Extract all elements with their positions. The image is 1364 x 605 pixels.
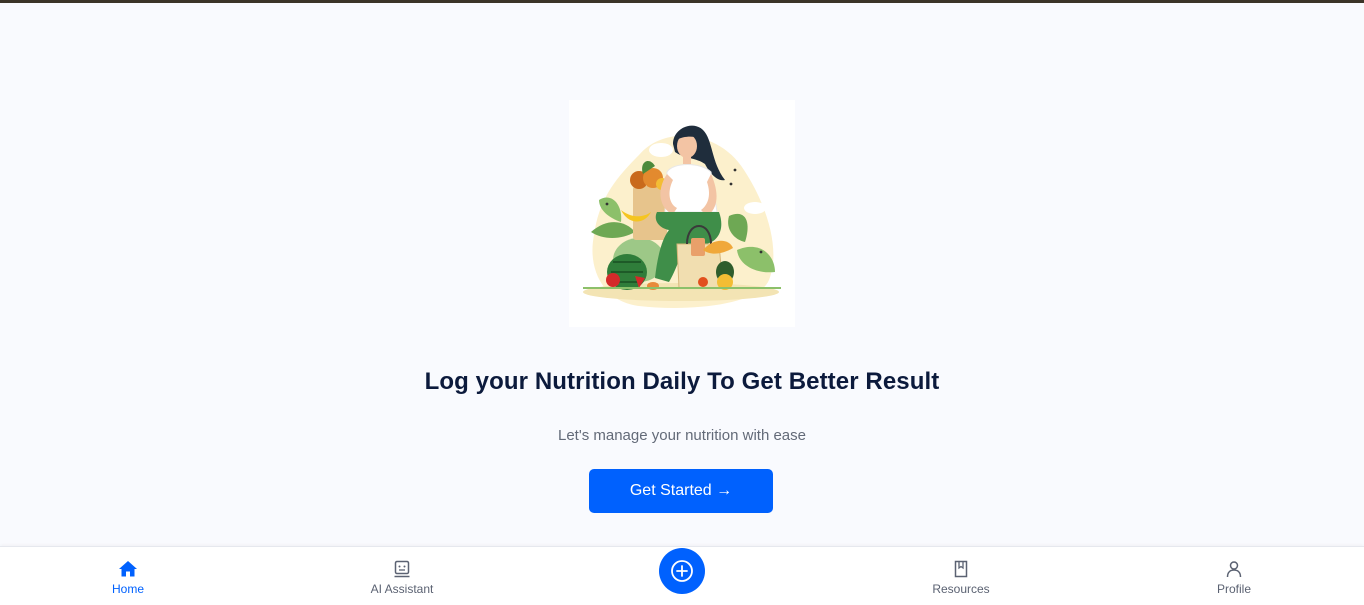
home-icon [119,561,137,577]
bottom-navigation: Home AI Assistant Resources Profile [0,546,1364,605]
nav-label-ai-assistant: AI Assistant [370,582,434,596]
woman-with-vegetables-illustration [569,100,795,327]
nav-item-home[interactable]: Home [68,559,188,596]
nav-label-profile: Profile [1216,582,1251,596]
user-icon [1226,561,1242,578]
add-entry-button[interactable] [659,548,705,594]
nav-label-resources: Resources [932,582,990,596]
nav-item-resources[interactable]: Resources [901,559,1021,596]
nav-item-ai-assistant[interactable]: AI Assistant [342,559,462,596]
page-subtitle: Let's manage your nutrition with ease [557,427,806,444]
plus-circle-icon [671,560,693,582]
nav-label-home: Home [111,582,144,596]
get-started-button[interactable]: Get Started → [589,469,773,513]
onboarding-hero: Log your Nutrition Daily To Get Better R… [0,3,1364,546]
assistant-icon [394,560,410,578]
nav-item-profile[interactable]: Profile [1174,559,1294,596]
book-icon [954,560,968,578]
page-title: Log your Nutrition Daily To Get Better R… [424,368,940,395]
